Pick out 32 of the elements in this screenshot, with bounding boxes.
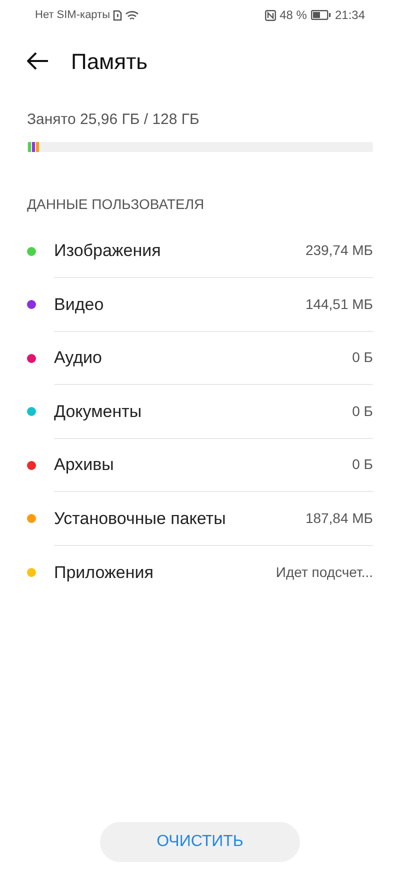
category-size: 0 Б: [352, 402, 373, 421]
category-row[interactable]: Архивы 0 Б: [0, 438, 400, 492]
category-size: 187,84 МБ: [305, 508, 373, 528]
nfc-icon: [264, 10, 276, 20]
category-size: 0 Б: [352, 348, 373, 368]
category-label: Приложения: [54, 562, 154, 584]
carrier-text: Нет SIM-карты: [35, 8, 110, 23]
sim-card-icon: [113, 10, 122, 20]
category-size: 144,51 МБ: [305, 294, 373, 314]
category-size: Идет подсчет...: [276, 562, 373, 582]
category-row[interactable]: Аудио 0 Б: [0, 332, 400, 385]
category-row[interactable]: Установочные пакеты 187,84 МБ: [0, 492, 400, 546]
category-label: Видео: [54, 294, 104, 316]
category-label: Установочные пакеты: [54, 508, 226, 530]
battery-percent: 48 %: [280, 7, 307, 24]
category-size: 239,74 МБ: [305, 241, 373, 260]
wifi-icon: [125, 10, 140, 20]
category-row[interactable]: Видео 144,51 МБ: [0, 278, 400, 332]
storage-used-text: Занято 25,96 ГБ / 128 ГБ: [27, 110, 200, 130]
battery-icon: [310, 10, 331, 20]
category-size: 0 Б: [352, 455, 373, 474]
back-arrow-icon[interactable]: [27, 52, 49, 70]
category-row[interactable]: Изображения 239,74 МБ: [0, 224, 400, 278]
category-label: Аудио: [54, 347, 102, 369]
category-row[interactable]: Документы 0 Б: [0, 385, 400, 438]
category-label: Изображения: [54, 240, 161, 262]
clock-time: 21:34: [334, 7, 365, 24]
page-title: Память: [71, 48, 148, 76]
category-label: Документы: [54, 400, 142, 422]
category-row[interactable]: Приложения Идет подсчет...: [0, 546, 400, 599]
category-label: Архивы: [54, 454, 114, 476]
section-title: ДАННЫЕ ПОЛЬЗОВАТЕЛЯ: [26, 194, 206, 214]
